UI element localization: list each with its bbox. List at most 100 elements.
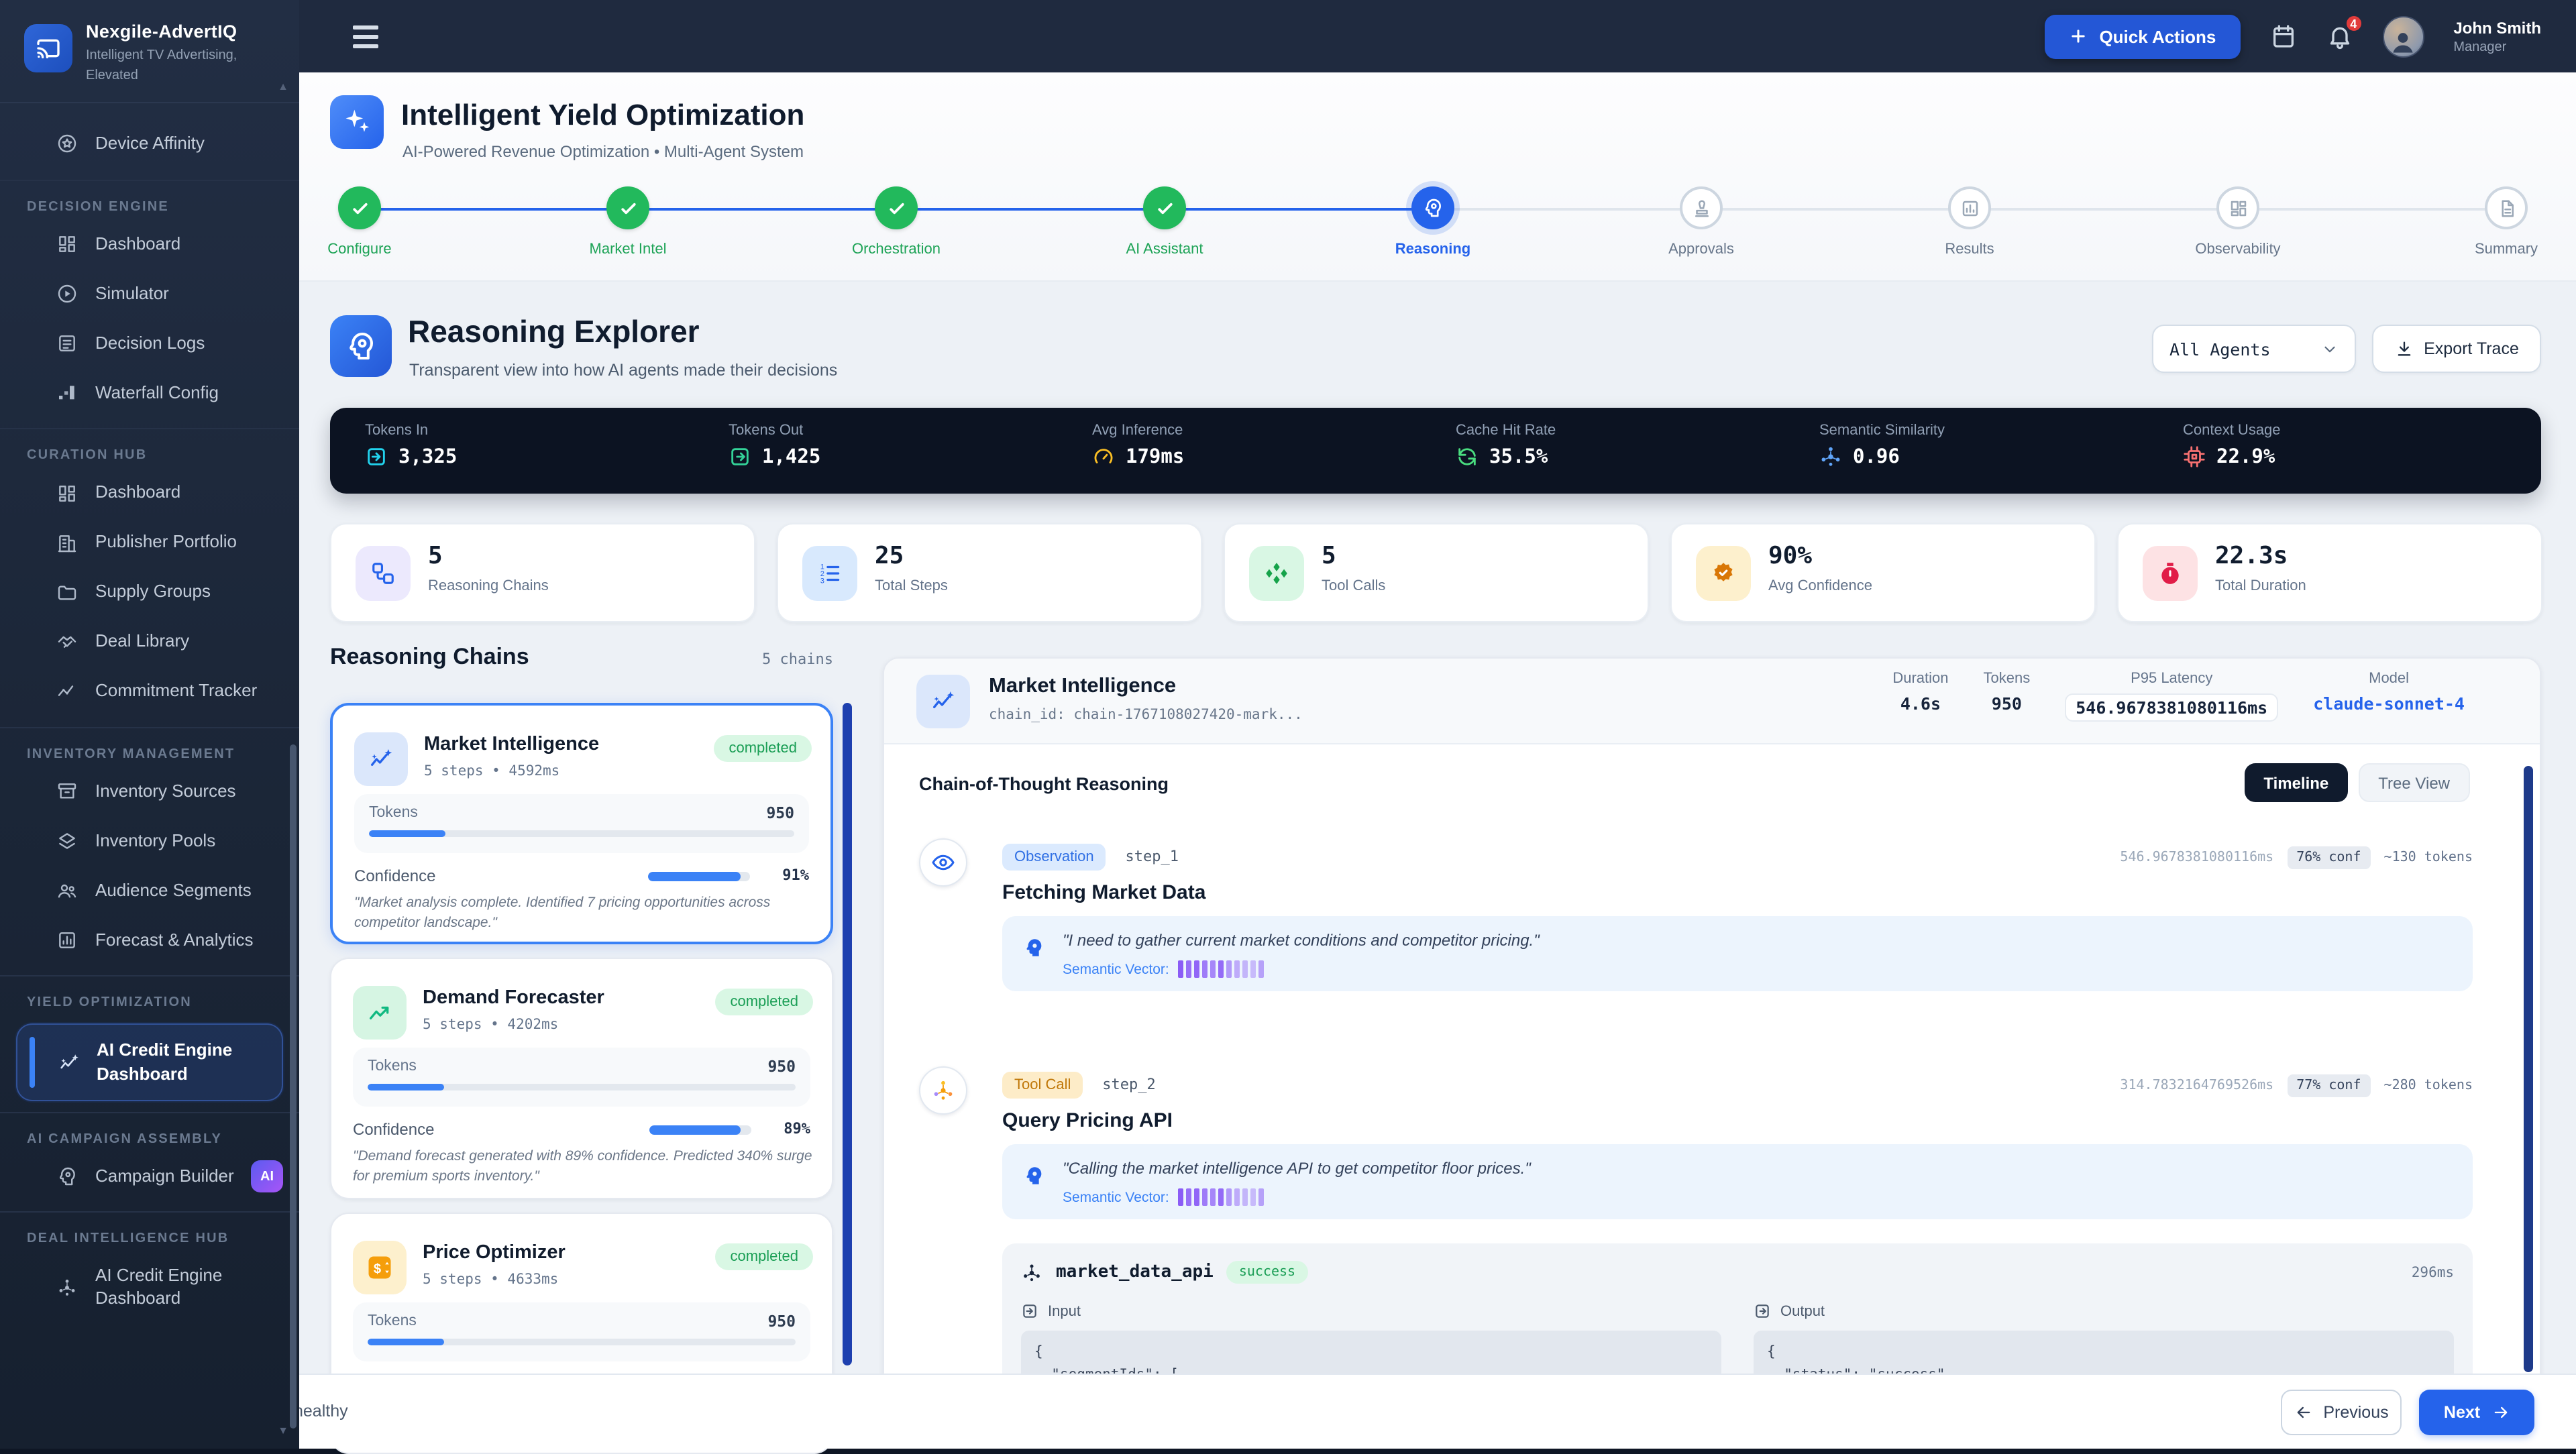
top-nav: Quick Actions 4 John Smith Manager <box>299 0 2576 72</box>
footer-bar: healthy Previous Next <box>0 1374 2576 1449</box>
head-ai-icon <box>56 1166 78 1187</box>
network-icon <box>56 1278 78 1299</box>
tokens-progress <box>368 1339 796 1345</box>
network-icon <box>1819 445 1842 468</box>
sidebar-item-waterfall-config[interactable]: Waterfall Config <box>0 368 299 418</box>
metric-semantic-similarity: Semantic Similarity 0.96 <box>1784 408 2147 494</box>
step1-thought: "I need to gather current market conditi… <box>1002 916 2473 991</box>
sidebar-item-deal-ai-credit-engine-dashboard[interactable]: AI Credit Engine Dashboard <box>0 1252 299 1325</box>
vector-bar <box>1251 960 1256 978</box>
vector-bar <box>1259 960 1265 978</box>
detail-header: Market Intelligence chain_id: chain-1767… <box>884 659 2540 744</box>
sidebar-scrollbar[interactable] <box>290 744 297 1429</box>
main-content: Intelligent Yield Optimization AI-Powere… <box>299 72 2576 1449</box>
avatar[interactable] <box>2382 15 2424 57</box>
metric-tokens-out: Tokens Out 1,425 <box>694 408 1056 494</box>
user-name: John Smith <box>2453 18 2541 37</box>
badge-check-icon <box>1696 546 1751 601</box>
export-trace-button[interactable]: Export Trace <box>2372 325 2541 373</box>
network-icon <box>1021 1262 1042 1283</box>
play-circle-icon <box>56 283 78 304</box>
head-gear-icon <box>1022 936 1045 959</box>
sidebar-item-forecast-analytics[interactable]: Forecast & Analytics <box>0 915 299 965</box>
vector-bar <box>1211 960 1216 978</box>
diamond-network-icon <box>1249 546 1304 601</box>
plus-icon <box>2068 27 2087 46</box>
sidebar-item-commitment-tracker[interactable]: Commitment Tracker <box>0 667 299 716</box>
page-subtitle: AI-Powered Revenue Optimization • Multi-… <box>402 142 804 161</box>
vector-bar <box>1203 960 1208 978</box>
detail-scrollbar[interactable] <box>2524 766 2533 1372</box>
tokens-progress <box>368 1084 796 1090</box>
confidence-chip: 77% conf <box>2287 1074 2370 1097</box>
sidebar-item-deal-library[interactable]: Deal Library <box>0 617 299 667</box>
brand[interactable]: Nexgile-AdvertIQ Intelligent TV Advertis… <box>0 0 299 103</box>
page-header: Intelligent Yield Optimization AI-Powere… <box>299 72 2576 282</box>
trend-icon <box>56 681 78 702</box>
cast-logo-icon <box>24 24 72 72</box>
menu-icon[interactable] <box>353 25 378 48</box>
sidebar-item-curation-dashboard[interactable]: Dashboard <box>0 469 299 518</box>
tool-status-badge: success <box>1227 1261 1307 1284</box>
step-type-badge: Tool Call <box>1002 1072 1083 1099</box>
head-gear-icon <box>1411 186 1454 229</box>
sidebar-item-supply-groups[interactable]: Supply Groups <box>0 567 299 617</box>
section-inventory-management: INVENTORY MANAGEMENT <box>0 739 299 767</box>
tab-tree-view[interactable]: Tree View <box>2358 763 2470 802</box>
sidebar-item-dashboard[interactable]: Dashboard <box>0 220 299 270</box>
view-toggle: Timeline Tree View <box>2245 763 2470 802</box>
detail-stats: Duration4.6s Tokens950 P95 Latency546.96… <box>1892 671 2465 722</box>
page-title: Intelligent Yield Optimization <box>401 98 804 133</box>
vector-bar <box>1195 960 1200 978</box>
star-circle-icon <box>56 133 78 155</box>
step1-meta-row: Observation step_1 546.9678381080116ms 7… <box>1002 844 2473 871</box>
sidebar-item-inventory-pools[interactable]: Inventory Pools <box>0 817 299 866</box>
sidebar-item-ai-credit-engine-dashboard[interactable]: AI Credit Engine Dashboard <box>16 1024 283 1101</box>
brand-subtitle: Intelligent TV Advertising, Elevated <box>86 47 244 86</box>
sidebar-item-simulator[interactable]: Simulator <box>0 270 299 319</box>
sidebar-item-publisher-portfolio[interactable]: Publisher Portfolio <box>0 518 299 568</box>
sidebar: Nexgile-AdvertIQ Intelligent TV Advertis… <box>0 0 299 1449</box>
metric-tokens-in: Tokens In 3,325 <box>330 408 692 494</box>
quick-actions-button[interactable]: Quick Actions <box>2044 14 2240 58</box>
tab-timeline[interactable]: Timeline <box>2245 763 2347 802</box>
app-root: Intelligent Yield Optimization AI-Powere… <box>0 0 2576 1449</box>
download-icon <box>2394 339 2413 358</box>
output-icon <box>1754 1302 1771 1320</box>
sidebar-item-decision-logs[interactable]: Decision Logs <box>0 319 299 368</box>
chains-scrollbar[interactable] <box>843 703 852 1365</box>
check-icon <box>606 186 649 229</box>
calendar-icon[interactable] <box>2269 23 2296 50</box>
brand-name: Nexgile-AdvertIQ <box>86 21 244 42</box>
vector-bar <box>1227 1188 1232 1206</box>
sidebar-item-audience-segments[interactable]: Audience Segments <box>0 866 299 915</box>
tokens-box: Tokens950 <box>354 794 809 853</box>
log-list-icon <box>56 333 78 354</box>
chains-title: Reasoning Chains <box>330 644 529 671</box>
vector-bar <box>1251 1188 1256 1206</box>
check-icon <box>338 186 381 229</box>
building-icon <box>56 533 78 554</box>
sidebar-item-device-affinity[interactable]: Device Affinity <box>0 119 299 169</box>
layout-grid-icon <box>2216 186 2259 229</box>
previous-button[interactable]: Previous <box>2281 1390 2402 1435</box>
metric-avg-inference: Avg Inference 179ms <box>1057 408 1419 494</box>
vector-bar <box>1227 960 1232 978</box>
model-link[interactable]: claude-sonnet-4 <box>2313 693 2465 714</box>
vector-bar <box>1187 960 1192 978</box>
next-button[interactable]: Next <box>2419 1390 2534 1435</box>
layers-icon <box>56 830 78 852</box>
card-reasoning-chains: 5 Reasoning Chains <box>330 523 755 622</box>
chain-card-demand-forecaster[interactable]: Demand Forecaster 5 steps • 4202ms compl… <box>330 958 833 1199</box>
sparkles-icon <box>330 95 384 149</box>
notification-badge: 4 <box>2343 13 2363 34</box>
sidebar-item-campaign-builder[interactable]: Campaign Builder AI <box>0 1152 299 1201</box>
sidebar-item-inventory-sources[interactable]: Inventory Sources <box>0 767 299 817</box>
bell-icon[interactable]: 4 <box>2326 23 2353 50</box>
folder-icon <box>56 581 78 603</box>
metric-context-usage: Context Usage 22.9% <box>2148 408 2510 494</box>
agent-filter-select[interactable]: All Agents <box>2152 325 2356 373</box>
step-type-badge: Observation <box>1002 844 1106 871</box>
chain-card-market-intelligence[interactable]: Market Intelligence 5 steps • 4592ms com… <box>330 703 833 944</box>
confidence-chip: 76% conf <box>2287 846 2370 869</box>
